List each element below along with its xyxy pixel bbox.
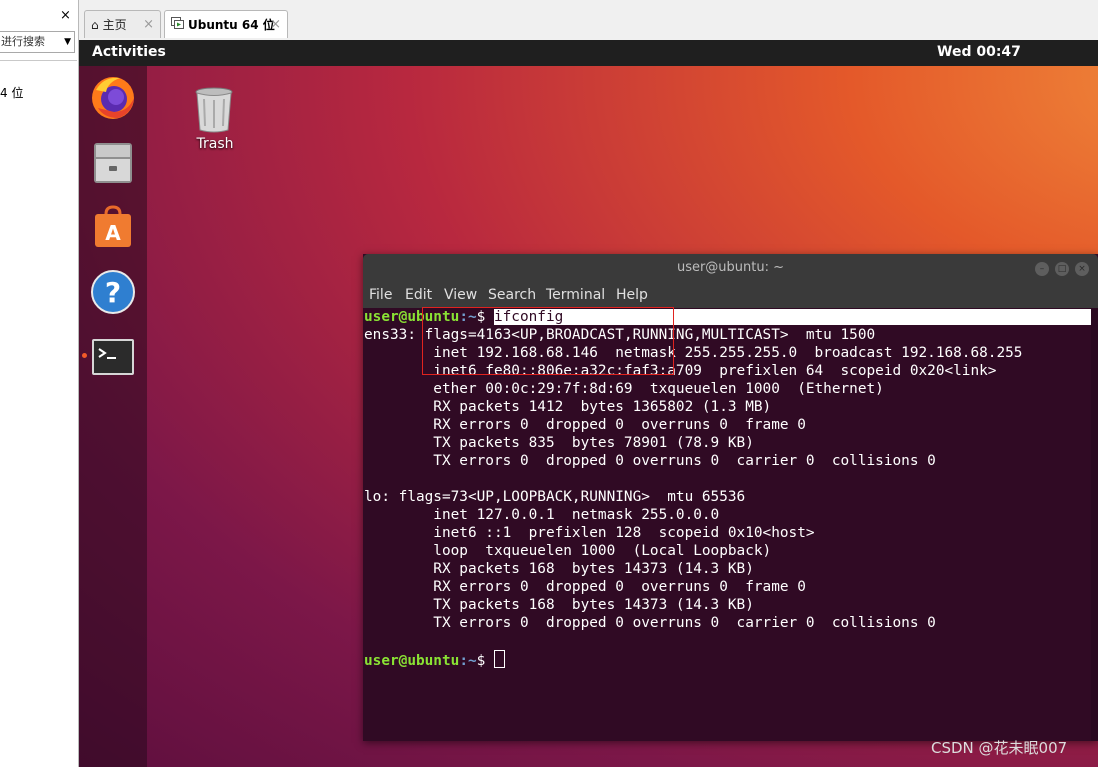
- menu-help[interactable]: Help: [616, 287, 648, 303]
- terminal-output-line: TX packets 168 bytes 14373 (14.3 KB): [364, 597, 754, 613]
- trash-icon[interactable]: [190, 84, 238, 138]
- terminal-output-line: loop txqueuelen 1000 (Local Loopback): [364, 543, 772, 559]
- terminal-output-line: RX errors 0 dropped 0 overruns 0 frame 0: [364, 579, 806, 595]
- library-search-box[interactable]: 进行搜索 ▼: [0, 31, 75, 53]
- menu-terminal[interactable]: Terminal: [546, 287, 605, 303]
- gnome-top-bar: Activities Wed 00:47: [79, 40, 1098, 66]
- home-icon: ⌂: [91, 18, 99, 32]
- svg-text:A: A: [105, 221, 121, 245]
- menu-view[interactable]: View: [444, 287, 477, 303]
- files-icon[interactable]: [90, 139, 136, 185]
- help-icon[interactable]: ?: [90, 269, 136, 315]
- terminal-scrollbar[interactable]: [1091, 308, 1098, 741]
- menu-edit[interactable]: Edit: [405, 287, 432, 303]
- terminal-output-line: lo: flags=73<UP,LOOPBACK,RUNNING> mtu 65…: [364, 489, 746, 505]
- dock: A ?: [79, 66, 147, 767]
- library-close-button[interactable]: ×: [60, 8, 71, 23]
- svg-text:?: ?: [105, 276, 121, 309]
- terminal-output-line: ether 00:0c:29:7f:8d:69 txqueuelen 1000 …: [364, 381, 884, 397]
- watermark: CSDN @花未眠007: [931, 739, 1068, 757]
- minimize-icon[interactable]: –: [1035, 262, 1049, 276]
- software-icon[interactable]: A: [90, 204, 136, 250]
- highlight-box: [422, 307, 674, 375]
- chevron-down-icon[interactable]: ▼: [64, 32, 71, 52]
- terminal-menu-bar: File Edit View Search Terminal Help: [363, 284, 1098, 308]
- terminal-output-line: TX errors 0 dropped 0 overruns 0 carrier…: [364, 615, 936, 631]
- running-indicator: [82, 353, 87, 358]
- tab-home[interactable]: ⌂ 主页 ×: [84, 10, 161, 38]
- vm-icon: [171, 11, 184, 39]
- terminal-output-line: RX packets 1412 bytes 1365802 (1.3 MB): [364, 399, 772, 415]
- firefox-icon[interactable]: [90, 74, 136, 120]
- tab-bar: ⌂ 主页 × Ubuntu 64 位 ×: [79, 0, 1098, 41]
- library-panel: × 进行搜索 ▼ 4 位: [0, 0, 79, 767]
- maximize-icon[interactable]: □: [1055, 262, 1069, 276]
- close-icon[interactable]: ×: [1075, 262, 1089, 276]
- library-search-placeholder: 进行搜索: [1, 35, 45, 48]
- library-divider: [0, 60, 77, 61]
- terminal-output-line: RX errors 0 dropped 0 overruns 0 frame 0: [364, 417, 806, 433]
- tab-ubuntu-label: Ubuntu 64 位: [188, 18, 275, 32]
- terminal-icon[interactable]: [90, 335, 136, 381]
- terminal-output-line: RX packets 168 bytes 14373 (14.3 KB): [364, 561, 754, 577]
- menu-search[interactable]: Search: [488, 287, 536, 303]
- menu-file[interactable]: File: [369, 287, 392, 303]
- terminal-output-line: TX packets 835 bytes 78901 (78.9 KB): [364, 435, 754, 451]
- terminal-title-bar[interactable]: user@ubuntu: ~ – □ ×: [363, 254, 1098, 284]
- terminal-title: user@ubuntu: ~: [676, 260, 785, 275]
- clock[interactable]: Wed 00:47: [937, 44, 1021, 60]
- terminal-output-line: inet6 ::1 prefixlen 128 scopeid 0x10<hos…: [364, 525, 815, 541]
- activities-button[interactable]: Activities: [92, 44, 166, 60]
- text-cursor: [493, 650, 505, 668]
- tab-ubuntu-vm[interactable]: Ubuntu 64 位 ×: [164, 10, 288, 38]
- trash-label: Trash: [196, 136, 234, 152]
- tab-home-label: 主页: [102, 18, 127, 32]
- ubuntu-desktop: Activities Wed 00:47 A ? Trash user@ubun…: [79, 40, 1098, 767]
- prompt-line[interactable]: user@ubuntu:~$: [364, 650, 505, 669]
- terminal-output-line: inet 127.0.0.1 netmask 255.0.0.0: [364, 507, 720, 523]
- tab-home-close-icon[interactable]: ×: [143, 11, 154, 39]
- terminal-output-line: TX errors 0 dropped 0 overruns 0 carrier…: [364, 453, 936, 469]
- tab-ubuntu-close-icon[interactable]: ×: [270, 11, 281, 39]
- library-item-ubuntu[interactable]: 4 位: [0, 84, 23, 101]
